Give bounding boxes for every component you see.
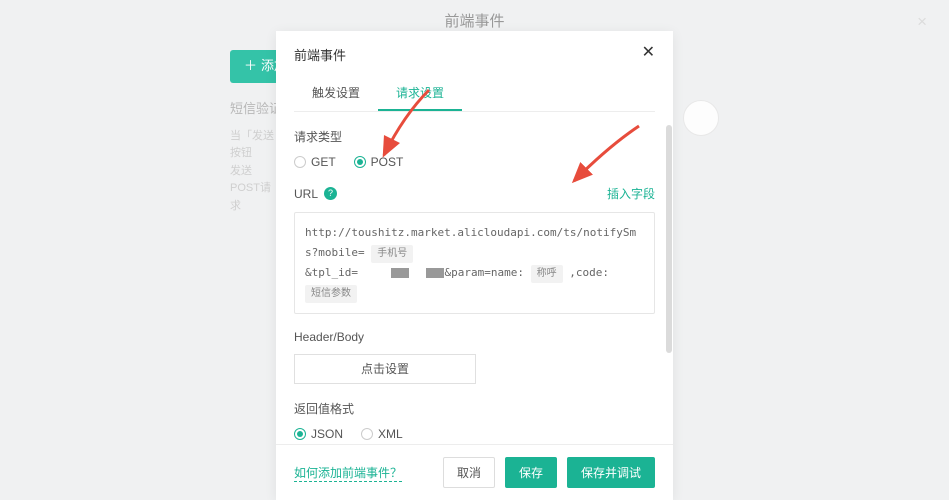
- radio-get[interactable]: GET: [294, 155, 336, 169]
- request-type-radios: GET POST: [294, 155, 655, 169]
- plus-icon: ＋: [244, 56, 257, 77]
- request-type-label: 请求类型: [294, 128, 655, 145]
- url-label: URL: [294, 187, 318, 201]
- insert-field-link[interactable]: 插入字段: [607, 185, 655, 202]
- masked-value-2: [426, 268, 444, 278]
- footer-buttons: 取消 保存 保存并调试: [443, 457, 655, 488]
- section-request-type: 请求类型 GET POST: [294, 128, 655, 169]
- radio-json[interactable]: JSON: [294, 427, 343, 441]
- header-body-button[interactable]: 点击设置: [294, 354, 476, 384]
- dialog-title: 前端事件: [294, 45, 346, 64]
- radio-post[interactable]: POST: [354, 155, 404, 169]
- page-close-icon[interactable]: ×: [917, 13, 927, 30]
- bg-desc-1: 当「发送按钮: [230, 128, 274, 163]
- return-format-radios: JSON XML: [294, 427, 655, 441]
- radio-json-label: JSON: [311, 427, 343, 441]
- url-text-4: ,code:: [569, 266, 609, 279]
- save-button[interactable]: 保存: [505, 457, 557, 488]
- header-body-label: Header/Body: [294, 330, 655, 344]
- tab-request[interactable]: 请求设置: [378, 76, 462, 111]
- radio-post-label: POST: [371, 155, 404, 169]
- url-text-1: http://toushitz.market.alicloudapi.com/t…: [305, 226, 636, 259]
- return-format-label: 返回值格式: [294, 400, 655, 417]
- save-debug-button[interactable]: 保存并调试: [567, 457, 655, 488]
- dialog-body: 请求类型 GET POST URL ? 插入字段 http://toushitz…: [276, 112, 673, 444]
- radio-xml[interactable]: XML: [361, 427, 403, 441]
- field-chip-name[interactable]: 称呼: [531, 265, 563, 283]
- dialog-tabs: 触发设置 请求设置: [294, 76, 655, 112]
- dialog: 前端事件 ✕ 触发设置 请求设置 请求类型 GET POST URL ? 插入字…: [276, 31, 673, 500]
- masked-value-1: [391, 268, 409, 278]
- help-icon[interactable]: ?: [324, 187, 337, 200]
- close-icon[interactable]: ✕: [642, 45, 655, 61]
- url-input[interactable]: http://toushitz.market.alicloudapi.com/t…: [294, 212, 655, 314]
- radio-xml-label: XML: [378, 427, 403, 441]
- bg-desc-2: 发送POST请求: [230, 163, 274, 216]
- cancel-button[interactable]: 取消: [443, 457, 495, 488]
- dialog-header: 前端事件 ✕: [276, 31, 673, 64]
- url-text-2: &tpl_id=: [305, 266, 358, 279]
- dialog-footer: 如何添加前端事件？ 取消 保存 保存并调试: [276, 444, 673, 500]
- section-return-format: 返回值格式 JSON XML: [294, 400, 655, 441]
- section-url: URL ? 插入字段 http://toushitz.market.aliclo…: [294, 185, 655, 314]
- section-header-body: Header/Body 点击设置: [294, 330, 655, 384]
- url-text-3: &param=name:: [444, 266, 523, 279]
- field-chip-code[interactable]: 短信参数: [305, 285, 357, 303]
- help-link[interactable]: 如何添加前端事件？: [294, 464, 402, 482]
- radio-get-label: GET: [311, 155, 336, 169]
- tab-trigger[interactable]: 触发设置: [294, 76, 378, 111]
- scrollbar[interactable]: [666, 125, 672, 353]
- url-header: URL ? 插入字段: [294, 185, 655, 202]
- field-chip-mobile[interactable]: 手机号: [371, 245, 413, 263]
- bg-avatar-circle: [683, 100, 719, 136]
